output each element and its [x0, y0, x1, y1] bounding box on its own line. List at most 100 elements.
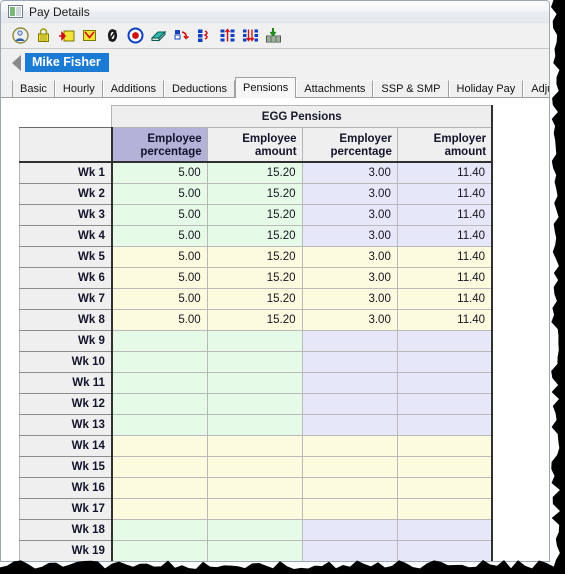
cell-wk-4-employer-percentage[interactable]: 3.00	[302, 225, 398, 247]
cell-wk-6-employer-amount[interactable]: 11.40	[397, 267, 494, 289]
cell-wk-17-employee-percentage[interactable]	[111, 498, 208, 520]
cell-wk-9-employee-percentage[interactable]	[111, 330, 208, 352]
cell-wk-10-employer-percentage[interactable]	[302, 351, 398, 373]
row-header-wk-6[interactable]: Wk 6	[19, 267, 113, 289]
tab-pensions[interactable]: Pensions	[235, 77, 297, 98]
column-header-employer-percentage[interactable]: Employer percentage	[301, 127, 398, 163]
cell-wk-15-employee-percentage[interactable]	[111, 456, 208, 478]
cell-wk-11-employee-amount[interactable]	[207, 372, 303, 394]
row-header-wk-12[interactable]: Wk 12	[19, 393, 113, 415]
book-icon[interactable]	[147, 25, 169, 47]
cell-wk-5-employer-amount[interactable]: 11.40	[397, 246, 494, 268]
cell-wk-7-employer-amount[interactable]: 11.40	[397, 288, 494, 310]
cell-wk-1-employee-amount[interactable]: 15.20	[207, 162, 303, 184]
row-repeat-icon[interactable]	[193, 25, 215, 47]
cell-wk-15-employer-amount[interactable]	[397, 456, 494, 478]
row-header-wk-13[interactable]: Wk 13	[19, 414, 113, 436]
cell-wk-5-employee-percentage[interactable]: 5.00	[111, 246, 208, 268]
cell-wk-11-employee-percentage[interactable]	[111, 372, 208, 394]
cell-wk-4-employee-amount[interactable]: 15.20	[207, 225, 303, 247]
cell-wk-6-employer-percentage[interactable]: 3.00	[302, 267, 398, 289]
tab-hourly[interactable]: Hourly	[54, 80, 103, 97]
cell-wk-14-employer-amount[interactable]	[397, 435, 494, 457]
add-note-icon[interactable]	[55, 25, 77, 47]
employee-name[interactable]: Mike Fisher	[25, 53, 109, 72]
tab-basic[interactable]: Basic	[12, 80, 55, 97]
row-header-wk-11[interactable]: Wk 11	[19, 372, 113, 394]
row-header-wk-17[interactable]: Wk 17	[19, 498, 113, 520]
row-header-wk-10[interactable]: Wk 10	[19, 351, 113, 373]
tab-additions[interactable]: Additions	[102, 80, 164, 97]
check-note-icon[interactable]	[78, 25, 100, 47]
zero-icon[interactable]	[101, 25, 123, 47]
cell-wk-14-employee-amount[interactable]	[207, 435, 303, 457]
cell-wk-14-employee-percentage[interactable]	[111, 435, 208, 457]
cell-wk-19-employer-amount[interactable]	[397, 540, 494, 561]
cell-wk-18-employee-amount[interactable]	[207, 519, 303, 541]
cell-wk-6-employee-percentage[interactable]: 5.00	[111, 267, 208, 289]
row-header-wk-15[interactable]: Wk 15	[19, 456, 113, 478]
cell-wk-2-employee-percentage[interactable]: 5.00	[111, 183, 208, 205]
row-header-wk-3[interactable]: Wk 3	[19, 204, 113, 226]
cell-wk-14-employer-percentage[interactable]	[302, 435, 398, 457]
cell-wk-9-employer-amount[interactable]	[397, 330, 494, 352]
cell-wk-16-employer-percentage[interactable]	[302, 477, 398, 499]
row-header-wk-1[interactable]: Wk 1	[19, 161, 113, 184]
cell-wk-12-employee-amount[interactable]	[207, 393, 303, 415]
cell-wk-12-employee-percentage[interactable]	[111, 393, 208, 415]
row-header-wk-16[interactable]: Wk 16	[19, 477, 113, 499]
row-header-wk-7[interactable]: Wk 7	[19, 288, 113, 310]
cell-wk-1-employer-amount[interactable]: 11.40	[397, 162, 494, 184]
row-header-wk-18[interactable]: Wk 18	[19, 519, 113, 541]
cell-wk-5-employee-amount[interactable]: 15.20	[207, 246, 303, 268]
cell-wk-17-employer-percentage[interactable]	[302, 498, 398, 520]
row-header-wk-14[interactable]: Wk 14	[19, 435, 113, 457]
cell-wk-12-employer-amount[interactable]	[397, 393, 494, 415]
target-icon[interactable]	[124, 25, 146, 47]
cell-wk-2-employer-percentage[interactable]: 3.00	[302, 183, 398, 205]
cell-wk-19-employee-percentage[interactable]	[111, 540, 208, 561]
cell-wk-1-employer-percentage[interactable]: 3.00	[302, 162, 398, 184]
tab-holiday-pay[interactable]: Holiday Pay	[448, 80, 524, 97]
cell-wk-3-employer-amount[interactable]: 11.40	[397, 204, 494, 226]
cell-wk-3-employer-percentage[interactable]: 3.00	[302, 204, 398, 226]
cell-wk-11-employer-percentage[interactable]	[302, 372, 398, 394]
tab-deductions[interactable]: Deductions	[163, 80, 236, 97]
row-header-wk-4[interactable]: Wk 4	[19, 225, 113, 247]
cell-wk-13-employer-percentage[interactable]	[302, 414, 398, 436]
tab-ssp-smp[interactable]: SSP & SMP	[373, 80, 449, 97]
cell-wk-11-employer-amount[interactable]	[397, 372, 494, 394]
row-undo-icon[interactable]	[170, 25, 192, 47]
cell-wk-16-employee-amount[interactable]	[207, 477, 303, 499]
cell-wk-16-employer-amount[interactable]	[397, 477, 494, 499]
cell-wk-18-employer-percentage[interactable]	[302, 519, 398, 541]
cell-wk-3-employee-percentage[interactable]: 5.00	[111, 204, 208, 226]
cell-wk-17-employer-amount[interactable]	[397, 498, 494, 520]
cell-wk-2-employer-amount[interactable]: 11.40	[397, 183, 494, 205]
cell-wk-13-employee-amount[interactable]	[207, 414, 303, 436]
cell-wk-2-employee-amount[interactable]: 15.20	[207, 183, 303, 205]
cell-wk-8-employee-percentage[interactable]: 5.00	[111, 309, 208, 331]
tab-adjustments[interactable]: Adjustments	[523, 80, 549, 97]
cell-wk-9-employee-amount[interactable]	[207, 330, 303, 352]
cell-wk-3-employee-amount[interactable]: 15.20	[207, 204, 303, 226]
row-header-wk-2[interactable]: Wk 2	[19, 183, 113, 205]
cell-wk-18-employer-amount[interactable]	[397, 519, 494, 541]
cell-wk-8-employer-amount[interactable]: 11.40	[397, 309, 494, 331]
employee-record-icon[interactable]	[9, 25, 31, 47]
cell-wk-15-employer-percentage[interactable]	[302, 456, 398, 478]
export-grid-icon[interactable]	[262, 25, 284, 47]
cell-wk-18-employee-percentage[interactable]	[111, 519, 208, 541]
cell-wk-10-employee-amount[interactable]	[207, 351, 303, 373]
back-arrow-icon[interactable]	[12, 54, 21, 71]
fill-columns-icon[interactable]	[239, 25, 261, 47]
cell-wk-6-employee-amount[interactable]: 15.20	[207, 267, 303, 289]
cell-wk-10-employer-amount[interactable]	[397, 351, 494, 373]
row-header-wk-8[interactable]: Wk 8	[19, 309, 113, 331]
tab-attachments[interactable]: Attachments	[296, 80, 374, 97]
cell-wk-15-employee-amount[interactable]	[207, 456, 303, 478]
cell-wk-19-employer-percentage[interactable]	[302, 540, 398, 561]
column-header-employer-amount[interactable]: Employer amount	[396, 127, 494, 163]
cell-wk-4-employer-amount[interactable]: 11.40	[397, 225, 494, 247]
cell-wk-1-employee-percentage[interactable]: 5.00	[111, 162, 208, 184]
